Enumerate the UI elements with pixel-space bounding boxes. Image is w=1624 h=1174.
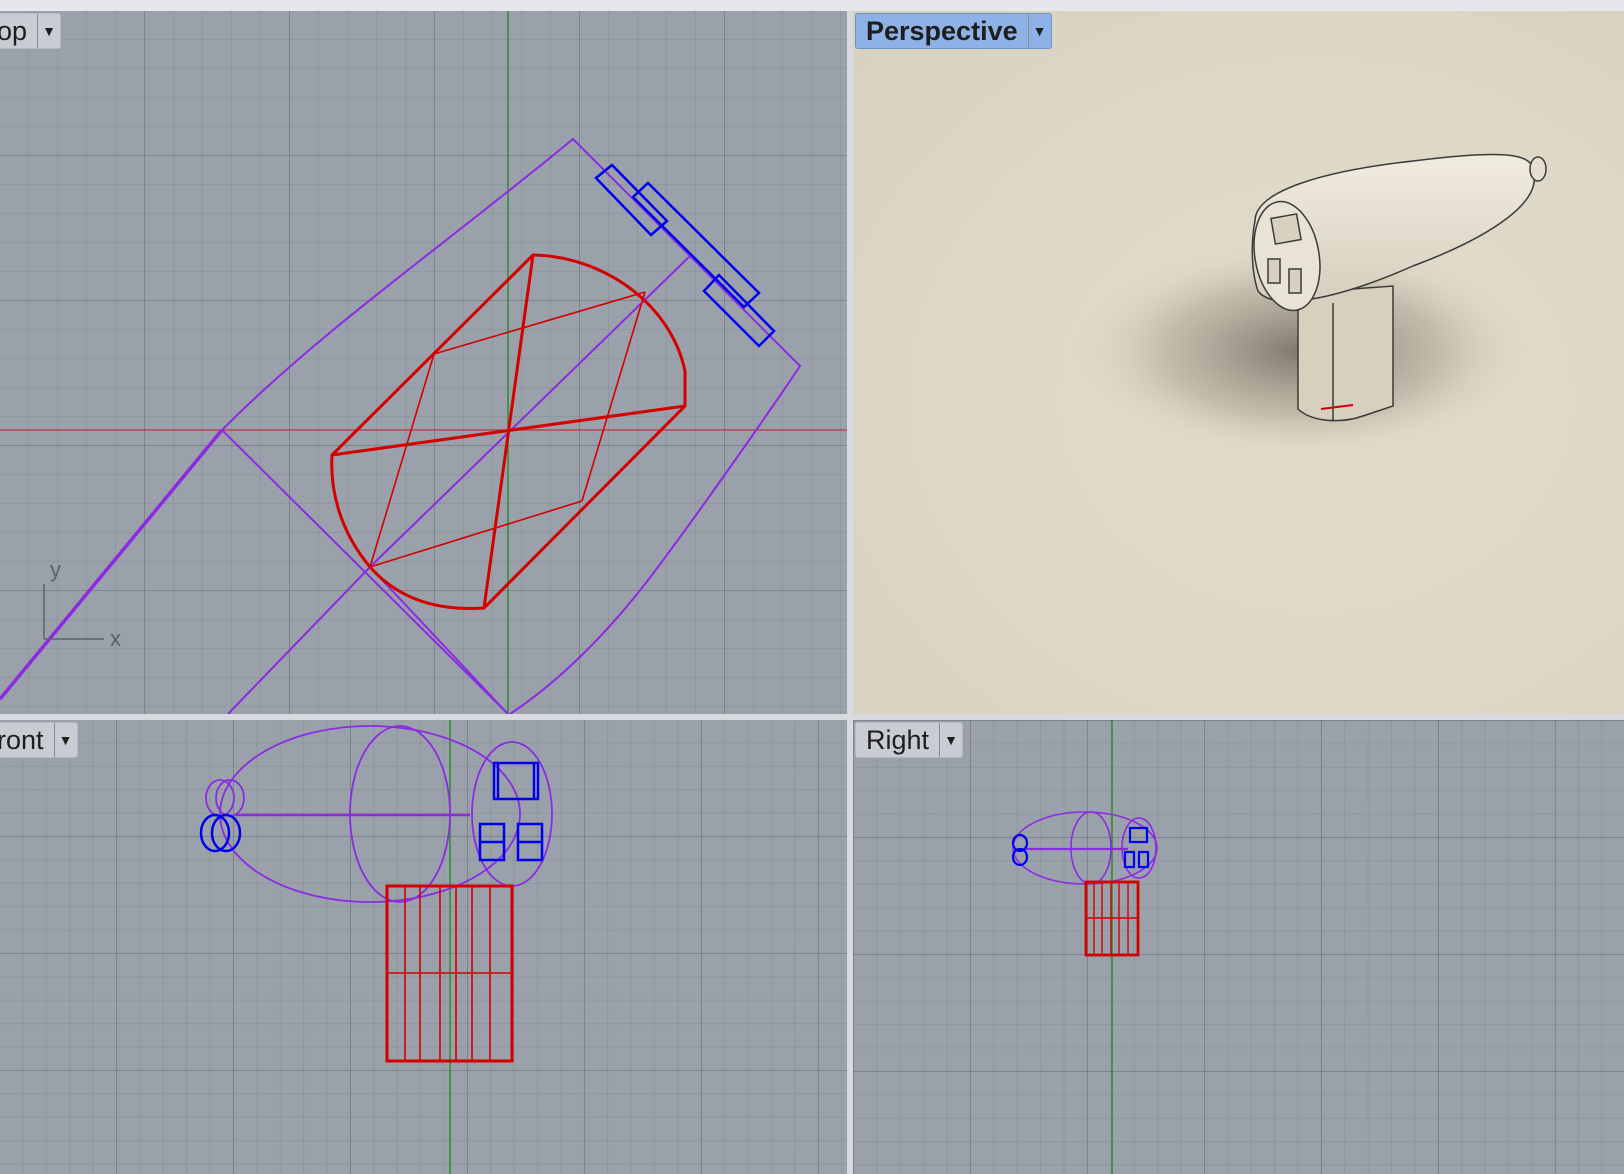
axis-y-label: y [50,557,61,582]
window-top-strip [0,0,1624,11]
viewport-top[interactable]: y x op ▼ [0,11,847,714]
blue-wireframe [1011,826,1150,869]
viewport-title: ront [0,725,44,755]
axis-x-label: x [110,626,121,651]
viewport-title: Right [866,725,930,755]
right-view-canvas [1011,720,1158,1174]
chevron-down-icon[interactable]: ▼ [53,723,77,757]
purple-wireframe [1012,811,1158,885]
blue-wireframe [594,163,776,348]
viewport-label-perspective[interactable]: Perspective ▼ [855,13,1052,49]
purple-wireframe [205,725,553,903]
perspective-canvas [1073,153,1547,461]
viewport-title: Perspective [866,16,1018,46]
blue-wireframe [199,761,544,862]
viewport-perspective[interactable]: Perspective ▼ [853,11,1624,714]
top-view-canvas: y x [0,11,847,714]
viewport-title: op [0,16,28,46]
chevron-down-icon[interactable]: ▼ [939,723,962,757]
viewport-front[interactable]: ront ▼ [0,720,847,1174]
viewport-label-right[interactable]: Right ▼ [855,722,964,758]
viewport-label-front[interactable]: ront ▼ [0,722,78,758]
chevron-down-icon[interactable]: ▼ [1027,14,1051,48]
viewport-label-top[interactable]: op ▼ [0,13,62,49]
front-view-canvas [199,720,553,1174]
chevron-down-icon[interactable]: ▼ [37,14,60,48]
viewport-right[interactable]: Right ▼ [853,720,1624,1174]
